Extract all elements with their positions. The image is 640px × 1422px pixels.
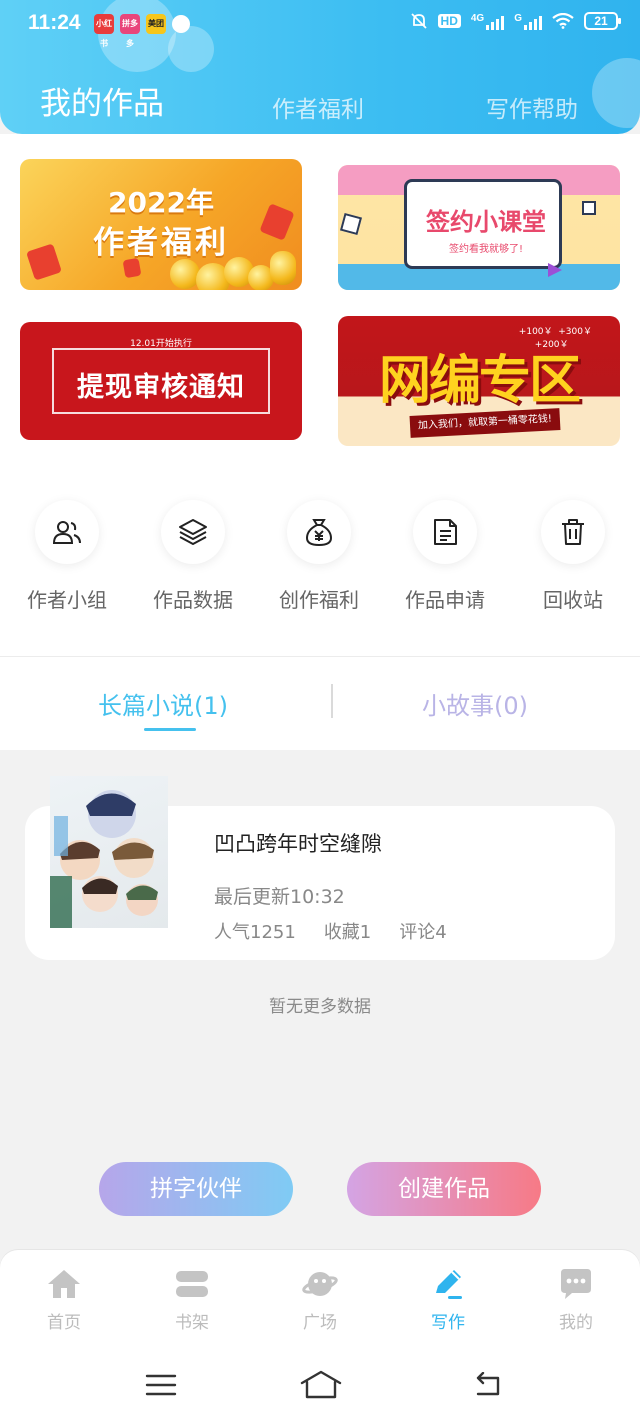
nav-bookshelf[interactable]: 书架: [152, 1266, 232, 1333]
nav-plaza[interactable]: 广场: [280, 1266, 360, 1333]
no-more-data-text: 暂无更多数据: [269, 997, 371, 1017]
nav-label: 广场: [303, 1313, 337, 1333]
planet-icon: [300, 1266, 340, 1302]
status-bar: 11:24 小红书 拼多多 美团 HD 4G G 21: [0, 0, 640, 50]
wifi-icon: [552, 13, 574, 29]
work-popularity: 人气1251: [214, 922, 296, 943]
status-time: 11:24: [28, 11, 81, 34]
menu-icon[interactable]: [136, 1368, 186, 1402]
banner-subtitle: 签约看我就够了!: [448, 244, 523, 255]
func-label: 作品申请: [405, 588, 485, 612]
bottom-nav: 首页 书架 广场 写作 我的: [0, 1250, 640, 1346]
section-divider: [0, 656, 640, 657]
banner-withdrawal-notice[interactable]: 12.01开始执行 提现审核通知: [20, 322, 302, 440]
func-creation-benefits[interactable]: 创作福利: [264, 500, 374, 613]
work-favorites: 收藏1: [323, 922, 372, 943]
signing-class-card: 签约小课堂 签约看我就够了!: [404, 179, 562, 269]
home-icon: [44, 1266, 84, 1302]
banner-editor-zone[interactable]: +100￥ +300￥ +200￥ 网编专区 加入我们，就取第一桶零花钱!: [338, 316, 620, 446]
top-content: 2022年 作者福利 签约小课堂 签约看我就够了! 12.01开始执行 提现审核…: [0, 134, 640, 750]
work-cover-image[interactable]: [50, 776, 168, 928]
func-label: 回收站: [543, 588, 603, 612]
signal-4g-icon: [486, 14, 505, 30]
work-last-update: 最后更新10:32: [214, 886, 345, 908]
mute-bell-icon: [410, 13, 427, 29]
nav-label: 我的: [559, 1313, 593, 1333]
network-4g-label: 4G: [470, 12, 485, 24]
pinduoduo-app-icon: 拼多多: [120, 14, 140, 48]
trash-icon: [541, 500, 605, 564]
tab-my-works[interactable]: 我的作品: [40, 78, 164, 123]
meituan-app-icon: 美团: [146, 14, 166, 34]
system-home-icon[interactable]: [296, 1368, 346, 1402]
tab-writing-help[interactable]: 写作帮助: [486, 90, 578, 124]
chat-bubble-icon: [556, 1266, 596, 1302]
users-icon: [35, 500, 99, 564]
func-label: 作者小组: [27, 588, 107, 612]
work-stats: 人气1251 收藏1 评论4: [214, 918, 447, 944]
tab-author-benefits[interactable]: 作者福利: [272, 90, 364, 124]
banner-title: 网编专区: [378, 351, 581, 411]
cube-decor: [582, 201, 596, 215]
banner-author-benefits-2022[interactable]: 2022年 作者福利: [20, 159, 302, 290]
nav-mine[interactable]: 我的: [536, 1266, 616, 1333]
active-tab-indicator: [144, 728, 196, 731]
nav-label: 首页: [47, 1313, 81, 1333]
create-work-button[interactable]: 创建作品: [347, 1162, 541, 1216]
banner-title: 签约小课堂: [426, 208, 546, 236]
writing-partner-button[interactable]: 拼字伙伴: [99, 1162, 293, 1216]
banner-title: 提现审核通知: [77, 372, 245, 403]
compass-app-icon: [172, 15, 190, 33]
money-bag-icon: [287, 500, 351, 564]
func-recycle-bin[interactable]: 回收站: [518, 500, 628, 613]
func-work-data[interactable]: 作品数据: [138, 500, 248, 613]
func-label: 作品数据: [153, 588, 233, 612]
bookshelf-icon: [172, 1266, 212, 1302]
play-arrow-icon: [548, 263, 562, 277]
func-work-application[interactable]: 作品申请: [390, 500, 500, 613]
hd-badge: HD: [437, 14, 461, 28]
tab-separator: [331, 684, 333, 718]
system-navigation-bar: [0, 1346, 640, 1422]
pen-icon: [428, 1266, 468, 1302]
coin-decor: [170, 259, 200, 289]
work-title[interactable]: 凹凸跨年时空缝隙: [214, 828, 382, 858]
network-g-label: G: [514, 12, 522, 24]
header-bar: 11:24 小红书 拼多多 美团 HD 4G G 21 我的作品 作者福利 写作…: [0, 0, 640, 134]
nav-write[interactable]: 写作: [408, 1266, 488, 1333]
nav-label: 写作: [431, 1313, 465, 1333]
xiaohongshu-app-icon: 小红书: [94, 14, 114, 48]
func-label: 创作福利: [279, 588, 359, 612]
tab-long-novel[interactable]: 长篇小说(1): [98, 686, 228, 721]
banner-year: 2022年: [108, 186, 214, 219]
nav-label: 书架: [175, 1313, 209, 1333]
header-tabs: 我的作品 作者福利 写作帮助: [0, 70, 640, 130]
banner-signing-class[interactable]: 签约小课堂 签约看我就够了!: [338, 165, 620, 290]
cube-decor: [339, 212, 363, 236]
nav-home[interactable]: 首页: [24, 1266, 104, 1333]
signal-g-icon: [524, 14, 542, 30]
work-comments: 评论4: [399, 922, 447, 943]
document-icon: [413, 500, 477, 564]
layers-icon: [161, 500, 225, 564]
battery-indicator: 21: [584, 12, 621, 30]
banner-title: 作者福利: [93, 225, 229, 261]
func-author-group[interactable]: 作者小组: [12, 500, 122, 613]
tab-short-story[interactable]: 小故事(0): [422, 686, 528, 721]
back-icon[interactable]: [462, 1368, 512, 1402]
status-indicators: HD 4G G 21: [410, 12, 621, 30]
